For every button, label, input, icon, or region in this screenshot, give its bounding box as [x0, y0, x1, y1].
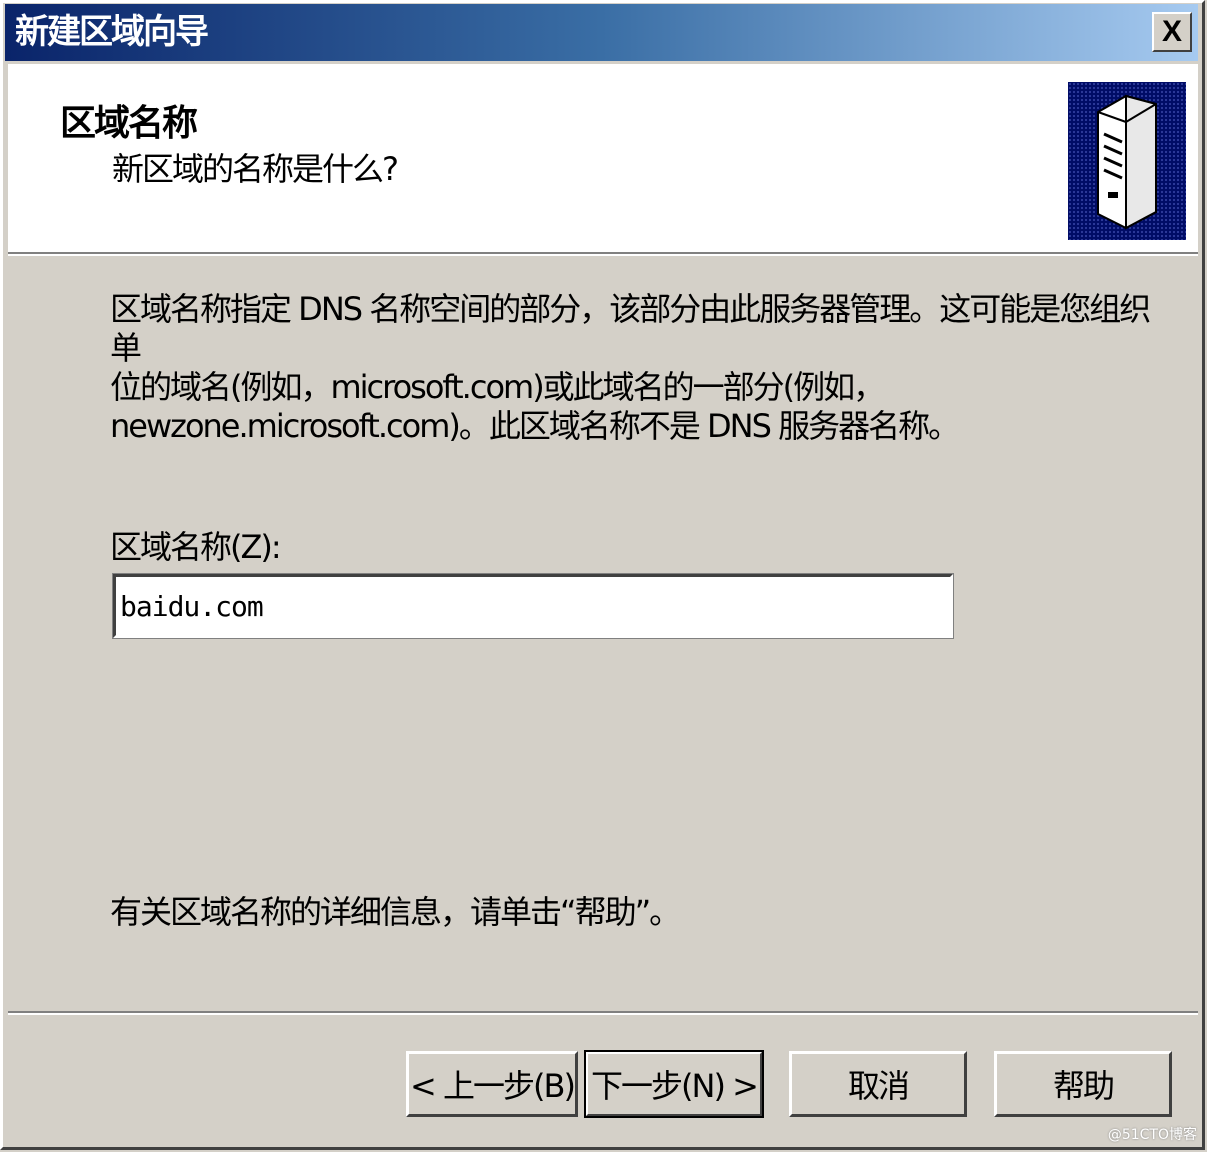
description-line: newzone.microsoft.com)。此区域名称不是 DNS 服务器名称…	[110, 407, 960, 445]
window-title: 新建区域向导	[15, 12, 209, 52]
help-note: 有关区域名称的详细信息，请单击“帮助”。	[110, 893, 681, 931]
close-icon: X	[1161, 15, 1182, 48]
watermark: @51CTO博客	[1107, 1127, 1197, 1143]
close-button[interactable]: X	[1152, 12, 1192, 52]
footer-divider-highlight	[8, 1013, 1198, 1015]
page-subtitle: 新区域的名称是什么?	[112, 150, 399, 188]
page-title: 区域名称	[60, 103, 198, 144]
zone-description: 区域名称指定 DNS 名称空间的部分，该部分由此服务器管理。这可能是您组织单 位…	[110, 290, 1160, 446]
description-line: 区域名称指定 DNS 名称空间的部分，该部分由此服务器管理。这可能是您组织单	[110, 290, 1151, 367]
cancel-button[interactable]: 取消	[789, 1051, 967, 1117]
title-bar[interactable]: 新建区域向导 X	[5, 4, 1198, 61]
help-button[interactable]: 帮助	[994, 1051, 1172, 1117]
server-icon	[1068, 82, 1186, 240]
next-button[interactable]: 下一步(N) >	[584, 1050, 764, 1118]
zone-name-input[interactable]	[112, 573, 954, 639]
header-divider-highlight	[8, 254, 1198, 256]
wizard-header: 区域名称 新区域的名称是什么?	[8, 64, 1198, 252]
description-line: 位的域名(例如，microsoft.com)或此域名的一部分(例如，	[110, 368, 885, 406]
back-button[interactable]: < 上一步(B)	[406, 1051, 578, 1117]
zone-name-label: 区域名称(Z):	[110, 528, 282, 566]
